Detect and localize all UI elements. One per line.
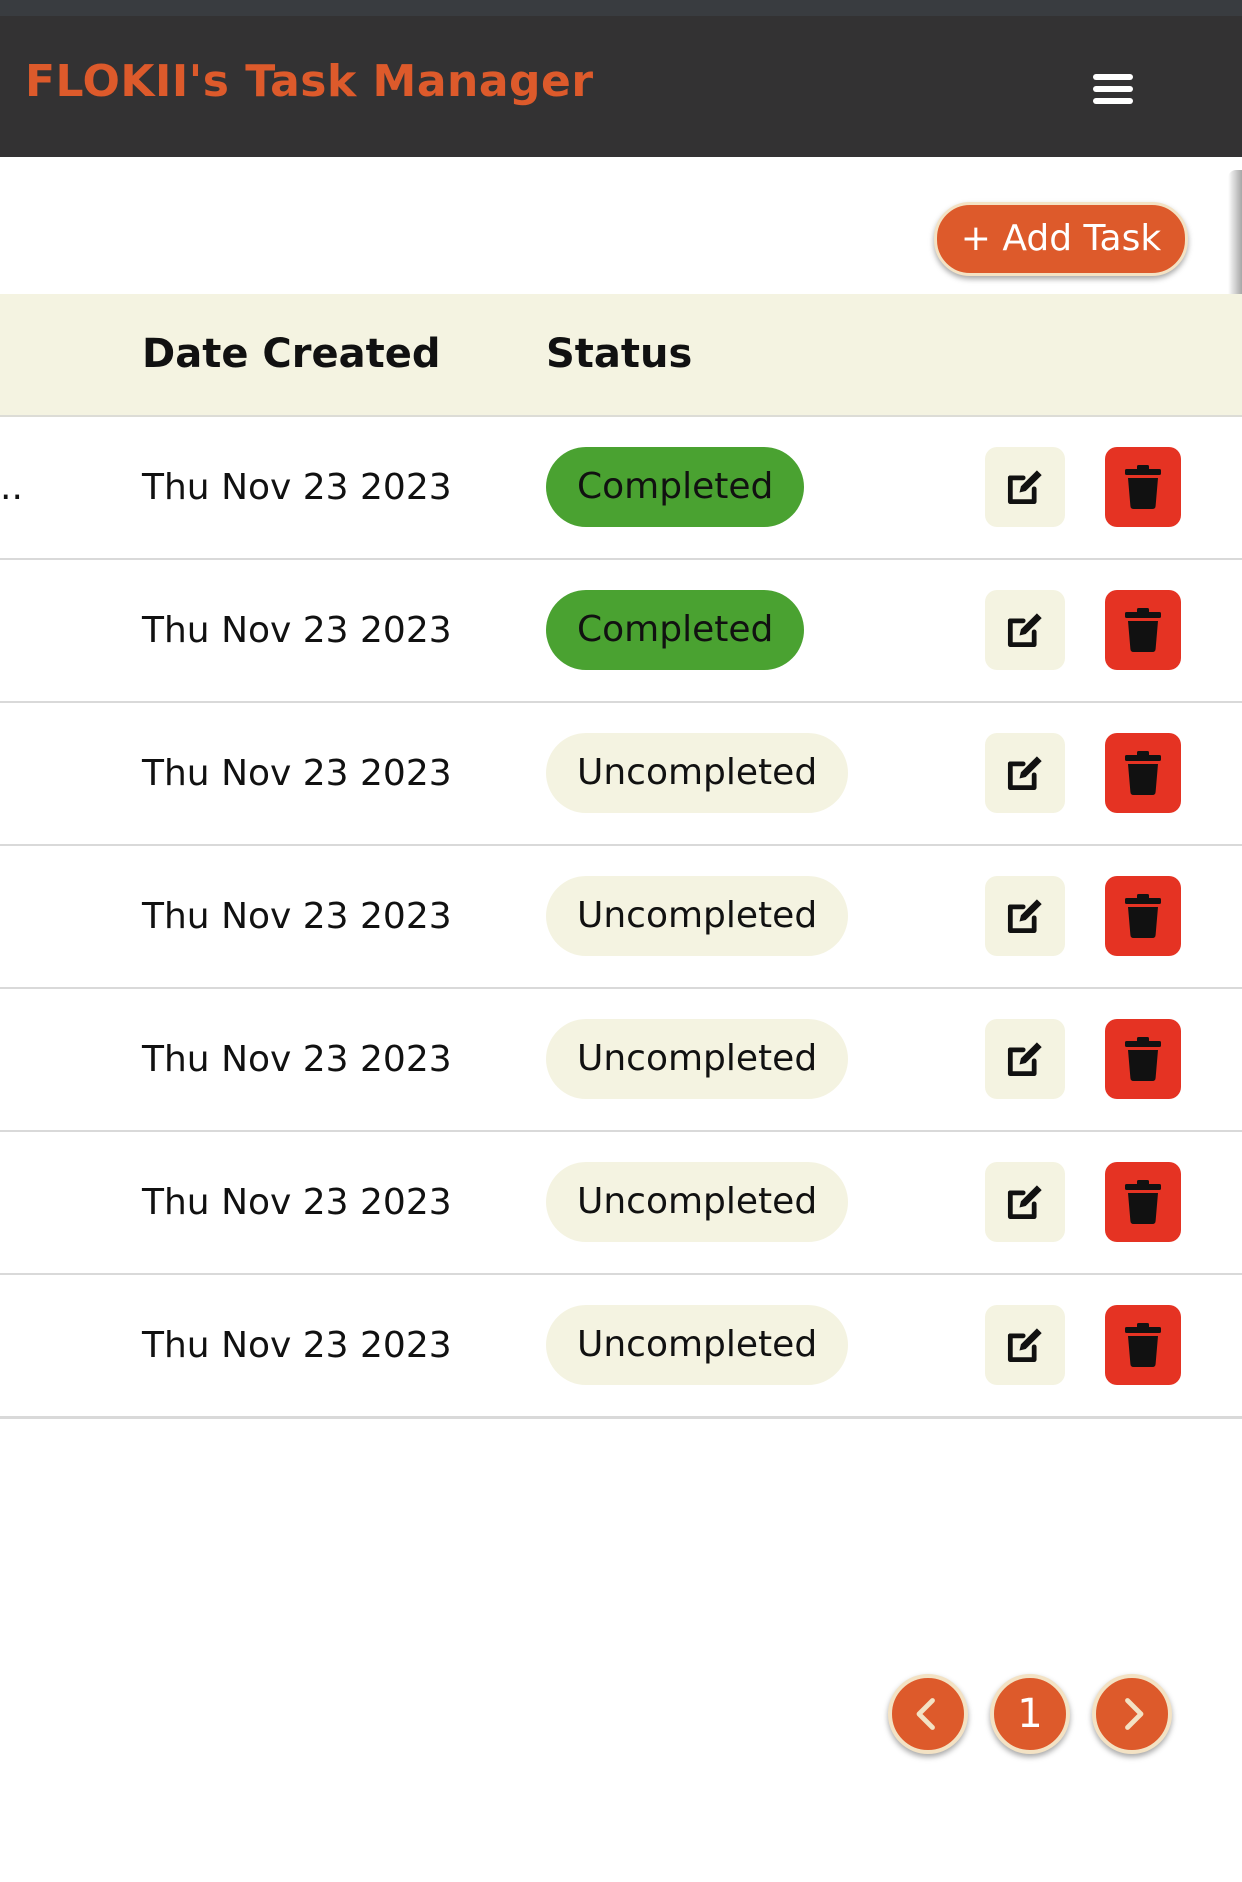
previous-page-button[interactable]: [888, 1674, 968, 1754]
edit-pencil-icon: [1007, 1328, 1042, 1363]
chevron-left-icon: [916, 1698, 935, 1730]
table-row: Thu Nov 23 2023 Uncompleted: [0, 846, 1242, 990]
date-created-cell: Thu Nov 23 2023: [142, 610, 452, 651]
app-title: FLOKII's Task Manager: [25, 56, 594, 107]
delete-button[interactable]: [1105, 876, 1181, 956]
column-header-date-created: Date Created: [142, 331, 441, 377]
table-row: Thu Nov 23 2023 Uncompleted: [0, 1275, 1242, 1419]
trash-icon: [1125, 1037, 1161, 1081]
edit-button[interactable]: [985, 733, 1065, 813]
delete-button[interactable]: [1105, 1305, 1181, 1385]
trash-icon: [1125, 465, 1161, 509]
status-badge[interactable]: Uncompleted: [546, 1305, 849, 1385]
add-task-button[interactable]: + Add Task: [934, 202, 1188, 276]
date-created-cell: Thu Nov 23 2023: [142, 467, 452, 508]
chevron-right-icon: [1125, 1698, 1144, 1730]
delete-button[interactable]: [1105, 733, 1181, 813]
delete-button[interactable]: [1105, 447, 1181, 527]
trash-icon: [1125, 894, 1161, 938]
status-badge[interactable]: Completed: [546, 590, 805, 670]
trash-icon: [1125, 608, 1161, 652]
edit-button[interactable]: [985, 590, 1065, 670]
status-bar-strip: [0, 0, 1242, 16]
delete-button[interactable]: [1105, 590, 1181, 670]
edit-pencil-icon: [1007, 1185, 1042, 1220]
edit-pencil-icon: [1007, 613, 1042, 648]
app-header: FLOKII's Task Manager: [0, 16, 1242, 157]
status-badge[interactable]: Uncompleted: [546, 733, 849, 813]
status-badge[interactable]: Uncompleted: [546, 1162, 849, 1242]
edit-button[interactable]: [985, 1305, 1065, 1385]
hamburger-menu-icon[interactable]: [1085, 62, 1141, 116]
edit-pencil-icon: [1007, 1042, 1042, 1077]
status-badge[interactable]: Uncompleted: [546, 1019, 849, 1099]
table-row: Thu Nov 23 2023 Uncompleted: [0, 989, 1242, 1133]
edit-button[interactable]: [985, 876, 1065, 956]
edit-pencil-icon: [1007, 756, 1042, 791]
trash-icon: [1125, 751, 1161, 795]
edit-button[interactable]: [985, 1162, 1065, 1242]
column-header-status: Status: [546, 331, 693, 377]
status-badge[interactable]: Uncompleted: [546, 876, 849, 956]
status-badge[interactable]: Completed: [546, 447, 805, 527]
table-row: .. Thu Nov 23 2023 Completed: [0, 417, 1242, 561]
date-created-cell: Thu Nov 23 2023: [142, 753, 452, 794]
delete-button[interactable]: [1105, 1019, 1181, 1099]
date-created-cell: Thu Nov 23 2023: [142, 896, 452, 937]
date-created-cell: Thu Nov 23 2023: [142, 1182, 452, 1223]
delete-button[interactable]: [1105, 1162, 1181, 1242]
table-row: Thu Nov 23 2023 Completed: [0, 560, 1242, 704]
table-header: Date Created Status: [0, 294, 1242, 417]
task-title-truncated: ..: [0, 467, 23, 508]
trash-icon: [1125, 1323, 1161, 1367]
edit-pencil-icon: [1007, 899, 1042, 934]
date-created-cell: Thu Nov 23 2023: [142, 1325, 452, 1366]
table-row: Thu Nov 23 2023 Uncompleted: [0, 703, 1242, 847]
current-page-button[interactable]: 1: [990, 1674, 1070, 1754]
table-row: Thu Nov 23 2023 Uncompleted: [0, 1132, 1242, 1276]
date-created-cell: Thu Nov 23 2023: [142, 1039, 452, 1080]
next-page-button[interactable]: [1092, 1674, 1172, 1754]
edit-button[interactable]: [985, 447, 1065, 527]
edit-pencil-icon: [1007, 470, 1042, 505]
trash-icon: [1125, 1180, 1161, 1224]
edit-button[interactable]: [985, 1019, 1065, 1099]
